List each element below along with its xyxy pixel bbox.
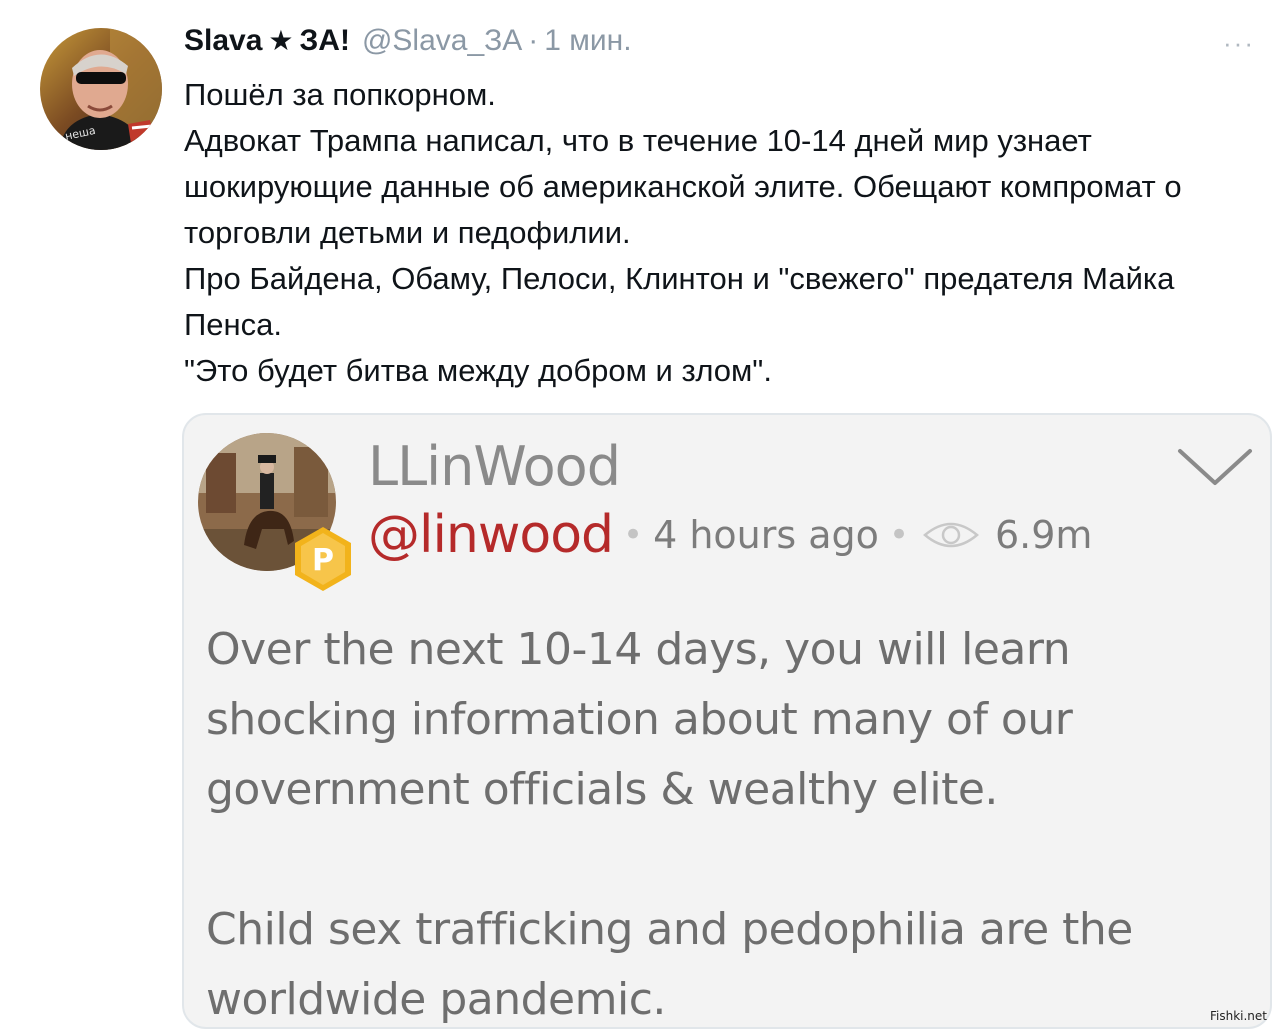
eye-icon (923, 522, 979, 548)
embedded-handle: @linwood (368, 505, 614, 565)
attached-image[interactable]: P LLinWood @linwood • 4 hours ago • 6.9m… (182, 413, 1272, 1029)
separator-dot: · (528, 24, 539, 57)
meta-dot: • (623, 515, 644, 555)
embedded-paragraph: Over the next 10-14 days, you will learn… (206, 624, 1073, 815)
author-handle[interactable]: @Slava_ЗА (362, 24, 522, 58)
tweet-line: Про Байдена, Обаму, Пелоси, Клинтон и "с… (184, 261, 1175, 342)
more-icon[interactable]: ··· (1223, 30, 1255, 56)
tweet-text: Пошёл за попкорном. Адвокат Трампа напис… (184, 72, 1244, 394)
author-name-suffix[interactable]: ЗА! (300, 24, 350, 58)
author-name[interactable]: Slava (184, 24, 262, 58)
embedded-time: 4 hours ago (653, 513, 879, 557)
embedded-meta: @linwood • 4 hours ago • 6.9m (368, 505, 1092, 565)
watermark: Fishki.net (1209, 1009, 1267, 1023)
chevron-down-icon (1178, 449, 1252, 485)
embedded-views: 6.9m (995, 513, 1093, 557)
embedded-display-name: LLinWood (368, 435, 621, 498)
meta-dot: • (888, 515, 909, 555)
parler-badge-icon: P (295, 527, 351, 591)
tweet-line: "Это будет битва между добром и злом". (184, 353, 772, 388)
tweet-line: Адвокат Трампа написал, что в течение 10… (184, 123, 1182, 250)
embedded-paragraph: Child sex trafficking and pedophilia are… (206, 904, 1133, 1025)
badge-letter: P (312, 543, 334, 578)
star-icon: ★ (268, 25, 294, 56)
author-avatar-image: неша (40, 28, 162, 150)
tweet-line: Пошёл за попкорном. (184, 77, 496, 112)
author-avatar[interactable]: неша (40, 28, 162, 150)
embedded-post-body: Over the next 10-14 days, you will learn… (206, 615, 1246, 1027)
tweet-timestamp[interactable]: 1 мин. (544, 24, 631, 58)
tweet-header: Slava ★ ЗА! @Slava_ЗА · 1 мин. (184, 24, 632, 64)
